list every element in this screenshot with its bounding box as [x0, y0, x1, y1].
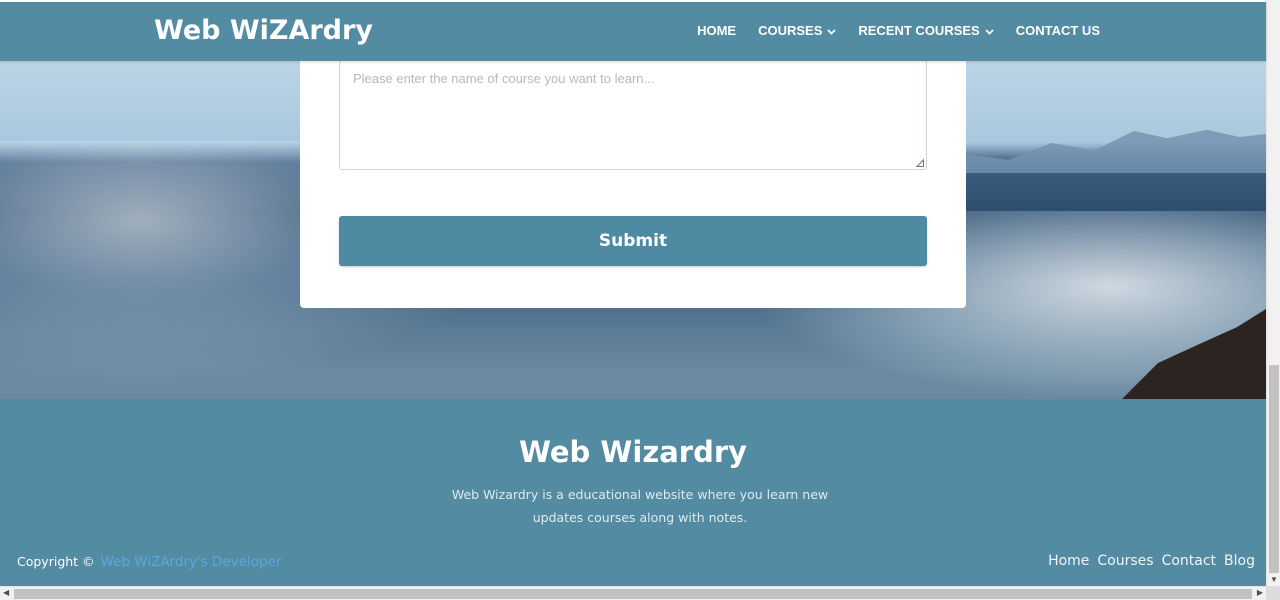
- vertical-scrollbar[interactable]: ▼: [1266, 0, 1280, 586]
- submit-button[interactable]: Submit: [339, 216, 927, 266]
- course-request-form: Please enter the name of course you want…: [300, 61, 966, 308]
- scroll-right-icon[interactable]: ▶: [1257, 588, 1263, 597]
- horizontal-scroll-thumb[interactable]: [14, 589, 1252, 599]
- chevron-down-icon: [985, 27, 994, 37]
- footer-title: Web Wizardry: [518, 435, 748, 469]
- nav-item-contact-us[interactable]: CONTACT US: [1016, 23, 1100, 38]
- footer: Web Wizardry Web Wizardry is a education…: [0, 399, 1266, 586]
- footer-link-contact[interactable]: Contact: [1162, 553, 1216, 569]
- nav-item-courses[interactable]: COURSES: [758, 23, 837, 38]
- top-navbar: Web WiZArdry HOME COURSES RECENT COURSES…: [0, 2, 1266, 61]
- nav-item-home[interactable]: HOME: [697, 23, 736, 38]
- resize-grip-icon[interactable]: [916, 159, 924, 167]
- nav-item-label: COURSES: [758, 23, 823, 38]
- footer-link-blog[interactable]: Blog: [1224, 553, 1255, 569]
- footer-links: Home Courses Contact Blog: [1040, 553, 1255, 569]
- developer-link[interactable]: Web WiZArdry's Developer: [101, 554, 282, 570]
- nav-item-label: HOME: [697, 23, 737, 38]
- footer-link-courses[interactable]: Courses: [1097, 553, 1153, 569]
- scroll-left-icon[interactable]: ◀: [3, 588, 9, 597]
- brand-logo[interactable]: Web WiZArdry: [154, 15, 373, 46]
- chevron-down-icon: [827, 27, 837, 37]
- scrollbar-corner: [1266, 586, 1280, 600]
- textarea-placeholder: Please enter the name of course you want…: [353, 71, 655, 86]
- copyright-text: Copyright ©: [17, 554, 95, 569]
- footer-description: Web Wizardry is a educational website wh…: [451, 487, 829, 525]
- copyright: Copyright © Web WiZArdry's Developer: [17, 554, 281, 570]
- nav-item-label: RECENT COURSES: [858, 23, 980, 38]
- hero-background: Please enter the name of course you want…: [0, 61, 1266, 399]
- course-name-textarea[interactable]: Please enter the name of course you want…: [339, 61, 927, 170]
- mountains: [936, 129, 1266, 173]
- main-nav: HOME COURSES RECENT COURSES CONTACT US: [675, 23, 1100, 38]
- footer-link-home[interactable]: Home: [1048, 553, 1089, 569]
- scroll-down-icon[interactable]: ▼: [1270, 575, 1278, 584]
- nav-item-recent-courses[interactable]: RECENT COURSES: [858, 23, 994, 38]
- horizontal-scrollbar[interactable]: ◀ ▶: [0, 586, 1266, 600]
- vertical-scroll-thumb[interactable]: [1269, 365, 1279, 573]
- nav-item-label: CONTACT US: [1015, 23, 1100, 38]
